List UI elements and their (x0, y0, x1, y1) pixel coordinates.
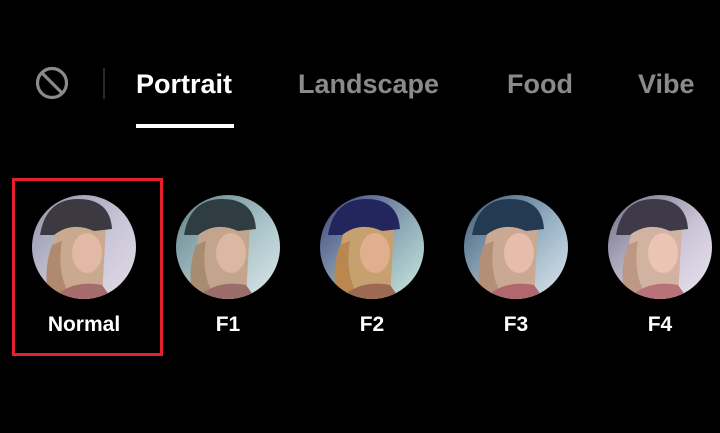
tab-landscape[interactable]: Landscape (298, 64, 439, 104)
filter-f1[interactable]: F1 (176, 195, 280, 336)
filter-preview-thumbnail (320, 195, 424, 299)
filter-preview-thumbnail (608, 195, 712, 299)
filter-label-f3: F3 (503, 313, 529, 336)
filter-label-f1: F1 (215, 313, 241, 336)
filter-normal[interactable]: Normal (32, 195, 136, 336)
filter-label-normal: Normal (47, 313, 121, 336)
filter-preview-thumbnail (464, 195, 568, 299)
tab-vibe[interactable]: Vibe (638, 64, 695, 104)
active-tab-indicator (136, 124, 234, 128)
tab-divider (103, 68, 105, 99)
filter-label-f4: F4 (647, 313, 673, 336)
no-filter-icon (35, 66, 69, 100)
filter-screen: Portrait Landscape Food Vibe Normal F1 F… (0, 0, 720, 433)
tab-food[interactable]: Food (507, 64, 573, 104)
tab-portrait[interactable]: Portrait (136, 64, 232, 104)
filter-f3[interactable]: F3 (464, 195, 568, 336)
filter-f2[interactable]: F2 (320, 195, 424, 336)
filter-f4[interactable]: F4 (608, 195, 712, 336)
filter-label-f2: F2 (359, 313, 385, 336)
no-filter-button[interactable] (34, 65, 70, 101)
filter-preview-thumbnail (32, 195, 136, 299)
filter-preview-thumbnail (176, 195, 280, 299)
